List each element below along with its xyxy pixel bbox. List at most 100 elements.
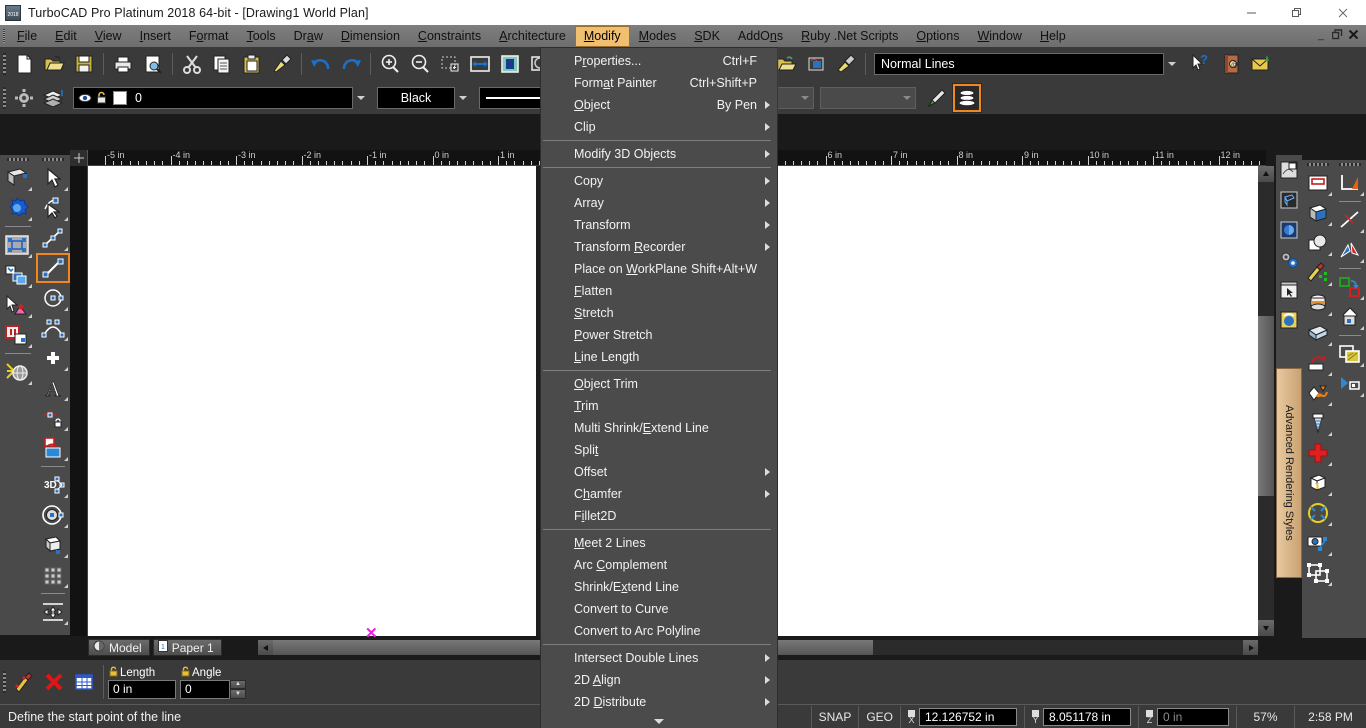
- screw-icon[interactable]: [1302, 408, 1334, 438]
- node-edit-icon[interactable]: [36, 193, 70, 223]
- lock-small-icon[interactable]: [181, 666, 190, 680]
- save-icon[interactable]: [69, 49, 99, 79]
- layer-color-swatch[interactable]: [113, 90, 127, 105]
- mdi-minimize-button[interactable]: _: [1314, 29, 1328, 43]
- move-tool-icon[interactable]: [36, 597, 70, 627]
- minimize-button[interactable]: [1228, 0, 1274, 25]
- gear-icon[interactable]: [9, 83, 39, 113]
- sphere-tool-icon[interactable]: [36, 500, 70, 530]
- drawing-sheet-right[interactable]: [778, 166, 1258, 636]
- corner-tool-icon[interactable]: [1334, 168, 1366, 198]
- wall-tool-icon[interactable]: [0, 163, 34, 193]
- menu-dimension[interactable]: Dimension: [332, 26, 409, 47]
- cut-icon[interactable]: [177, 49, 207, 79]
- vertical-scroll-thumb[interactable]: [1258, 316, 1274, 496]
- menu-constraints[interactable]: Constraints: [409, 26, 490, 47]
- menu-scroll-more-icon[interactable]: [541, 713, 777, 728]
- explode-tool-icon[interactable]: [0, 357, 34, 387]
- dimension-lock-icon[interactable]: [36, 403, 70, 433]
- solids-icon[interactable]: [1302, 198, 1334, 228]
- select-mode-icon[interactable]: [0, 230, 34, 260]
- menu-modify[interactable]: Modify: [574, 25, 630, 47]
- mdi-close-button[interactable]: [1346, 29, 1360, 43]
- mail-icon[interactable]: [1246, 49, 1276, 79]
- boolean-icon[interactable]: [1302, 228, 1334, 258]
- angle-input[interactable]: 0: [180, 679, 230, 699]
- style2-combo-arrow[interactable]: [899, 87, 915, 109]
- coordinate-toolbar-grip[interactable]: [0, 668, 9, 696]
- zoom-out-icon[interactable]: [405, 49, 435, 79]
- line-style-combo-arrow[interactable]: [1164, 53, 1180, 75]
- menu-item-fillet2d[interactable]: Fillet2D: [541, 505, 777, 527]
- redo-icon[interactable]: [336, 49, 366, 79]
- menu-ruby-net-scripts[interactable]: Ruby .Net Scripts: [792, 26, 907, 47]
- cube-extract-icon[interactable]: [1302, 468, 1334, 498]
- angle-spinner[interactable]: ▲ ▼: [230, 679, 246, 699]
- scroll-up-button[interactable]: [1258, 166, 1274, 182]
- menubar-grip[interactable]: [0, 25, 8, 47]
- lock-icon[interactable]: [96, 91, 107, 104]
- advanced-render-icon[interactable]: [1276, 305, 1302, 335]
- menu-item-convert-to-curve[interactable]: Convert to Curve: [541, 598, 777, 620]
- menu-item-array[interactable]: Array: [541, 192, 777, 214]
- zoom-window-icon[interactable]: [435, 49, 465, 79]
- menu-item-line-length[interactable]: Line Length: [541, 346, 777, 368]
- extrude-tool-icon[interactable]: [36, 530, 70, 560]
- line-tool-icon[interactable]: [36, 253, 70, 283]
- standard-toolbar-grip[interactable]: [0, 50, 9, 78]
- status-coord-z-value[interactable]: 0 in: [1157, 707, 1229, 726]
- menu-item-format-painter[interactable]: Format Painter Ctrl+Shift+P: [541, 72, 777, 94]
- bucket-fill-icon[interactable]: [1334, 302, 1366, 332]
- constraint-tool-icon[interactable]: [0, 320, 34, 350]
- menu-format[interactable]: Format: [180, 26, 238, 47]
- status-coord-z[interactable]: Z 0 in: [1138, 705, 1236, 728]
- menu-item-offset[interactable]: Offset: [541, 461, 777, 483]
- angle-spinner-up[interactable]: ▲: [230, 679, 246, 689]
- slab-icon[interactable]: [1302, 318, 1334, 348]
- eye-icon[interactable]: [78, 91, 92, 104]
- copy-icon[interactable]: [207, 49, 237, 79]
- menu-item-split[interactable]: Split: [541, 439, 777, 461]
- menu-insert[interactable]: Insert: [131, 26, 180, 47]
- menu-file[interactable]: File: [8, 26, 46, 47]
- menu-item-transform[interactable]: Transform: [541, 214, 777, 236]
- advanced-rendering-styles-tab[interactable]: Advanced Rendering Styles: [1276, 368, 1302, 578]
- status-zoom[interactable]: 57%: [1236, 705, 1294, 728]
- frame-icon[interactable]: [1302, 168, 1334, 198]
- menu-sdk[interactable]: SDK: [685, 26, 729, 47]
- menu-item-meet-2-lines[interactable]: Meet 2 Lines: [541, 532, 777, 554]
- snapshot-icon[interactable]: [801, 49, 831, 79]
- arrow-select-icon[interactable]: [36, 163, 70, 193]
- pen-icon[interactable]: [922, 83, 952, 113]
- menu-tools[interactable]: Tools: [237, 26, 284, 47]
- text-tool-icon[interactable]: A: [36, 373, 70, 403]
- restore-button[interactable]: [1274, 0, 1320, 25]
- shaded-icon[interactable]: [1276, 215, 1302, 245]
- cancel-red-x-icon[interactable]: [39, 667, 69, 697]
- hatch-tool-icon[interactable]: [36, 433, 70, 463]
- help-pointer-icon[interactable]: ?: [1186, 49, 1216, 79]
- menu-help[interactable]: Help: [1031, 26, 1075, 47]
- group-icon[interactable]: [1302, 558, 1334, 588]
- menu-item-stretch[interactable]: Stretch: [541, 302, 777, 324]
- tab-paper-1[interactable]: 1 Paper 1: [152, 639, 222, 656]
- line-segment-icon[interactable]: [36, 223, 70, 253]
- menu-item-power-stretch[interactable]: Power Stretch: [541, 324, 777, 346]
- layer-combo[interactable]: 0: [73, 86, 353, 109]
- zoom-page-icon[interactable]: [495, 49, 525, 79]
- select-window-icon[interactable]: [1276, 275, 1302, 305]
- color-combo[interactable]: Black: [377, 86, 455, 109]
- status-geo[interactable]: GEO: [858, 705, 900, 728]
- menu-item-shrink-extend-line[interactable]: Shrink/Extend Line: [541, 576, 777, 598]
- length-input[interactable]: 0 in: [108, 679, 176, 699]
- status-coord-y[interactable]: Y 8.051178 in: [1024, 705, 1138, 728]
- menu-item-convert-to-arc-polyline[interactable]: Convert to Arc Polyline: [541, 620, 777, 642]
- menu-modes[interactable]: Modes: [630, 26, 686, 47]
- render-view-icon[interactable]: [1276, 155, 1302, 185]
- 3d-tool-icon[interactable]: 3D: [36, 470, 70, 500]
- scroll-down-button[interactable]: [1258, 620, 1274, 636]
- menu-item-clip[interactable]: Clip: [541, 116, 777, 138]
- table-icon[interactable]: [69, 667, 99, 697]
- undo-icon[interactable]: [306, 49, 336, 79]
- lock-small-icon[interactable]: [109, 666, 118, 680]
